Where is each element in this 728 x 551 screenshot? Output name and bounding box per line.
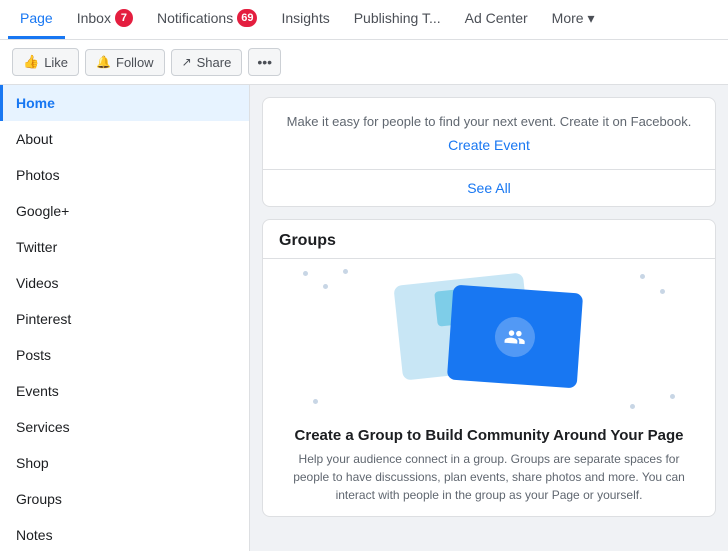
sidebar-item-shop[interactable]: Shop [0,445,249,481]
groups-card: Groups [262,219,716,517]
dots-label: ••• [257,54,272,70]
sidebar-item-notes-label: Notes [16,527,53,543]
sidebar-item-photos[interactable]: Photos [0,157,249,193]
sidebar-item-posts[interactable]: Posts [0,337,249,373]
inbox-badge: 7 [115,9,133,27]
like-button[interactable]: 👍 Like [12,48,79,76]
nav-page-label: Page [20,10,53,26]
nav-inbox[interactable]: Inbox 7 [65,0,145,39]
share-label: Share [197,55,232,70]
group-card-front [447,285,583,389]
nav-more[interactable]: More ▾ [540,0,607,39]
groups-title: Create a Group to Build Community Around… [279,427,699,444]
like-icon: 👍 [23,54,39,70]
see-all-link[interactable]: See All [263,169,715,206]
nav-adcenter[interactable]: Ad Center [453,0,540,39]
groups-text-section: Create a Group to Build Community Around… [263,419,715,516]
events-description: Make it easy for people to find your nex… [279,114,699,129]
sidebar: Home About Photos Google+ Twitter Videos… [0,85,250,551]
nav-inbox-label: Inbox [77,10,111,26]
nav-publishing[interactable]: Publishing T... [342,0,453,39]
share-icon: ↗ [182,55,192,69]
sidebar-item-videos-label: Videos [16,275,59,291]
sidebar-item-posts-label: Posts [16,347,51,363]
sidebar-item-googleplus-label: Google+ [16,203,69,219]
nav-insights[interactable]: Insights [269,0,341,39]
sidebar-item-googleplus[interactable]: Google+ [0,193,249,229]
nav-publishing-label: Publishing T... [354,10,441,26]
nav-page[interactable]: Page [8,0,65,39]
groups-header: Groups [263,220,715,258]
groups-description: Help your audience connect in a group. G… [279,450,699,504]
sidebar-item-home[interactable]: Home [0,85,249,121]
events-card: Make it easy for people to find your nex… [262,97,716,207]
sidebar-item-videos[interactable]: Videos [0,265,249,301]
follow-label: Follow [116,55,154,70]
follow-button[interactable]: 🔔 Follow [85,49,165,76]
notifications-badge: 69 [237,9,257,27]
share-button[interactable]: ↗ Share [171,49,243,76]
sidebar-item-services[interactable]: Services [0,409,249,445]
sidebar-item-about-label: About [16,131,53,147]
nav-insights-label: Insights [281,10,329,26]
groups-illustration [263,259,715,419]
sidebar-item-groups-label: Groups [16,491,62,507]
sidebar-item-pinterest-label: Pinterest [16,311,71,327]
main-content: Make it easy for people to find your nex… [250,85,728,551]
sidebar-item-photos-label: Photos [16,167,60,183]
sidebar-item-shop-label: Shop [16,455,49,471]
create-event-link[interactable]: Create Event [448,137,530,153]
nav-adcenter-label: Ad Center [465,10,528,26]
top-navigation: Page Inbox 7 Notifications 69 Insights P… [0,0,728,40]
group-people-icon [494,315,537,358]
nav-notifications-label: Notifications [157,10,233,26]
main-layout: Home About Photos Google+ Twitter Videos… [0,85,728,551]
action-bar: 👍 Like 🔔 Follow ↗ Share ••• [0,40,728,85]
sidebar-item-home-label: Home [16,95,55,111]
follow-icon: 🔔 [96,55,111,69]
sidebar-item-services-label: Services [16,419,70,435]
sidebar-item-twitter-label: Twitter [16,239,57,255]
sidebar-item-groups[interactable]: Groups [0,481,249,517]
sidebar-item-pinterest[interactable]: Pinterest [0,301,249,337]
sidebar-item-twitter[interactable]: Twitter [0,229,249,265]
nav-more-label: More ▾ [552,10,595,27]
events-body: Make it easy for people to find your nex… [263,98,715,169]
like-label: Like [44,55,68,70]
sidebar-item-events-label: Events [16,383,59,399]
sidebar-item-events[interactable]: Events [0,373,249,409]
nav-notifications[interactable]: Notifications 69 [145,0,270,39]
sidebar-item-about[interactable]: About [0,121,249,157]
more-options-button[interactable]: ••• [248,48,281,76]
